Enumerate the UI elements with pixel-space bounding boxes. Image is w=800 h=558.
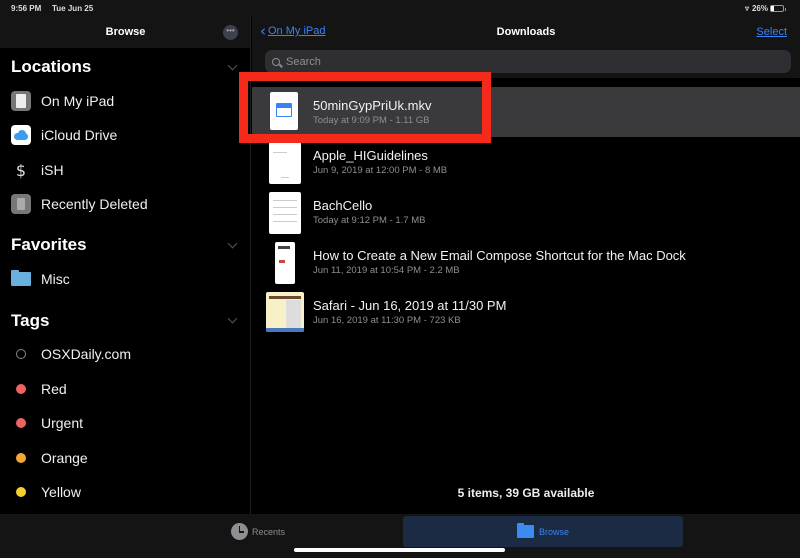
ish-icon: $: [15, 160, 27, 180]
file-row-bachcello[interactable]: BachCello Today at 9:12 PM - 1.7 MB: [252, 187, 800, 237]
section-locations[interactable]: Locations: [11, 57, 91, 77]
sidebar-item-label: Yellow: [41, 484, 81, 500]
file-meta: Jun 11, 2019 at 10:54 PM - 2.2 MB: [313, 265, 460, 276]
sidebar-tag-yellow[interactable]: Yellow: [0, 477, 250, 507]
chevron-down-icon[interactable]: [227, 313, 238, 324]
sidebar-item-label: Urgent: [41, 415, 84, 431]
sidebar-item-label: OSXDaily.com: [41, 346, 131, 362]
sidebar-item-label: iSH: [41, 162, 64, 178]
chevron-down-icon[interactable]: [227, 60, 238, 71]
file-browser: ‹ On My iPad Downloads Select Search 50m…: [239, 16, 800, 514]
section-favorites[interactable]: Favorites: [11, 235, 87, 255]
red-annotation-box: [239, 72, 491, 143]
file-row-apple-higuidelines[interactable]: Apple_HIGuidelines Jun 9, 2019 at 12:00 …: [252, 137, 800, 187]
trash-icon: [11, 194, 31, 214]
file-name: Safari - Jun 16, 2019 at 11/30 PM: [313, 298, 507, 313]
file-meta: Jun 9, 2019 at 12:00 PM - 8 MB: [313, 165, 448, 176]
ipad-icon: [11, 91, 31, 111]
tag-yellow-icon: [16, 487, 26, 497]
status-date: Tue Jun 25: [52, 4, 94, 13]
sidebar-tag-osxdaily[interactable]: OSXDaily.com: [0, 339, 250, 369]
tab-browse[interactable]: Browse: [403, 516, 683, 547]
wifi-icon: ▿: [744, 4, 749, 13]
file-meta: Jun 16, 2019 at 11:30 PM - 723 KB: [313, 315, 461, 326]
select-button[interactable]: Select: [756, 26, 787, 38]
sidebar-tag-urgent[interactable]: Urgent: [0, 408, 250, 438]
file-name: How to Create a New Email Compose Shortc…: [313, 248, 686, 263]
sidebar-item-recently-deleted[interactable]: Recently Deleted: [0, 189, 250, 219]
folder-icon: [516, 523, 534, 538]
pdf-thumbnail: [269, 192, 301, 234]
sidebar-item-label: Recently Deleted: [41, 196, 148, 212]
screenshot-thumbnail: [266, 292, 304, 332]
page-title: Downloads: [496, 26, 556, 38]
status-bar: 9:56 PM Tue Jun 25 ▿ 26%: [0, 0, 800, 16]
clock-icon: [231, 523, 248, 540]
battery-icon: [770, 5, 786, 12]
sidebar-item-label: Orange: [41, 450, 88, 466]
search-input[interactable]: Search: [265, 50, 791, 73]
sidebar-item-label: iCloud Drive: [41, 127, 118, 143]
ellipsis-icon[interactable]: •••: [223, 25, 238, 40]
file-name: BachCello: [313, 198, 373, 213]
sidebar-tag-red[interactable]: Red: [0, 374, 250, 404]
screenshot-thumbnail: [275, 242, 295, 284]
sidebar-tag-orange[interactable]: Orange: [0, 443, 250, 473]
home-indicator[interactable]: [294, 548, 505, 552]
sidebar: Browse ••• Locations On My iPad iCloud D…: [0, 16, 251, 514]
tab-recents[interactable]: Recents: [231, 523, 285, 540]
sidebar-item-label: On My iPad: [41, 93, 115, 109]
sidebar-item-icloud-drive[interactable]: iCloud Drive: [0, 120, 250, 150]
file-name: Apple_HIGuidelines: [313, 148, 428, 163]
file-meta: Today at 9:12 PM - 1.7 MB: [313, 215, 426, 226]
status-time: 9:56 PM: [11, 4, 42, 13]
icloud-icon: [11, 125, 31, 145]
tag-orange-icon: [16, 453, 26, 463]
tag-red-icon: [16, 384, 26, 394]
search-icon: [272, 57, 280, 66]
battery-percent: 26%: [751, 4, 768, 13]
section-tags[interactable]: Tags: [11, 311, 49, 331]
sidebar-item-ish[interactable]: $ iSH: [0, 155, 250, 185]
chevron-down-icon[interactable]: [227, 238, 238, 249]
sidebar-item-misc[interactable]: Misc: [0, 264, 250, 294]
storage-summary: 5 items, 39 GB available: [457, 486, 595, 500]
pdf-thumbnail: [269, 142, 301, 184]
file-row-safari[interactable]: Safari - Jun 16, 2019 at 11/30 PM Jun 16…: [252, 287, 800, 337]
tag-empty-icon: [16, 349, 26, 359]
sidebar-item-on-my-ipad[interactable]: On My iPad: [0, 86, 250, 116]
sidebar-item-label: Misc: [41, 271, 70, 287]
folder-icon: [11, 270, 31, 286]
tag-red-icon: [16, 418, 26, 428]
sidebar-title: Browse: [105, 26, 146, 38]
sidebar-item-label: Red: [41, 381, 67, 397]
file-row-email-shortcut[interactable]: How to Create a New Email Compose Shortc…: [252, 237, 800, 287]
